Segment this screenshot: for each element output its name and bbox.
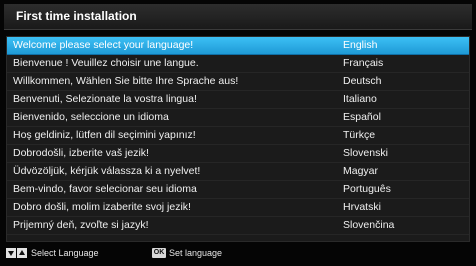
ok-key-icon: OK bbox=[152, 248, 166, 258]
language-row-espanol[interactable]: Bienvenido, seleccione un idioma Español bbox=[7, 109, 469, 127]
language-name: Slovenski bbox=[343, 147, 388, 159]
arrow-up-icon bbox=[17, 248, 27, 258]
language-name: Deutsch bbox=[343, 75, 382, 87]
language-row-deutsch[interactable]: Willkommen, Wählen Sie bitte Ihre Sprach… bbox=[7, 73, 469, 91]
language-phrase: Üdvözöljük, kérjük válassza ki a nyelvet… bbox=[13, 165, 201, 177]
ok-hint-label: Set language bbox=[169, 248, 223, 258]
language-phrase: Bienvenido, seleccione un idioma bbox=[13, 111, 169, 123]
language-name: Hrvatski bbox=[343, 201, 381, 213]
language-phrase: Bienvenue ! Veuillez choisir une langue. bbox=[13, 57, 199, 69]
language-phrase: Prijemný deň, zvoľte si jazyk! bbox=[13, 219, 149, 231]
footer-help-bar: Select Language OK Set language bbox=[6, 246, 470, 262]
language-phrase: Willkommen, Wählen Sie bitte Ihre Sprach… bbox=[13, 75, 239, 87]
language-row-hrvatski[interactable]: Dobro došli, molim izaberite svoj jezik!… bbox=[7, 199, 469, 217]
language-name: Português bbox=[343, 183, 391, 195]
language-phrase: Dobro došli, molim izaberite svoj jezik! bbox=[13, 201, 191, 213]
page-title: First time installation bbox=[16, 9, 137, 23]
language-phrase: Hoş geldiniz, lütfen dil seçimini yapını… bbox=[13, 129, 196, 141]
tv-screen: First time installation Welcome please s… bbox=[0, 0, 476, 266]
language-row-english[interactable]: Welcome please select your language! Eng… bbox=[7, 37, 469, 55]
language-list[interactable]: Welcome please select your language! Eng… bbox=[6, 36, 470, 242]
language-name: Español bbox=[343, 111, 381, 123]
language-name: Türkçe bbox=[343, 129, 376, 141]
nav-hint-label: Select Language bbox=[31, 248, 99, 258]
language-name: Français bbox=[343, 57, 384, 69]
arrow-down-icon bbox=[6, 248, 16, 258]
language-row-italiano[interactable]: Benvenuti, Selezionate la vostra lingua!… bbox=[7, 91, 469, 109]
language-phrase: Bem-vindo, favor selecionar seu idioma bbox=[13, 183, 197, 195]
language-name: Slovenčina bbox=[343, 219, 395, 231]
language-row-slovenski[interactable]: Dobrodošli, izberite vaš jezik! Slovensk… bbox=[7, 145, 469, 163]
language-name: English bbox=[343, 39, 378, 51]
language-row-francais[interactable]: Bienvenue ! Veuillez choisir une langue.… bbox=[7, 55, 469, 73]
language-name: Magyar bbox=[343, 165, 379, 177]
language-row-slovencina[interactable]: Prijemný deň, zvoľte si jazyk! Slovenčin… bbox=[7, 217, 469, 235]
language-row-portugues[interactable]: Bem-vindo, favor selecionar seu idioma P… bbox=[7, 181, 469, 199]
language-phrase: Dobrodošli, izberite vaš jezik! bbox=[13, 147, 149, 159]
language-row-turkce[interactable]: Hoş geldiniz, lütfen dil seçimini yapını… bbox=[7, 127, 469, 145]
language-name: Italiano bbox=[343, 93, 377, 105]
language-phrase: Benvenuti, Selezionate la vostra lingua! bbox=[13, 93, 197, 105]
language-phrase: Welcome please select your language! bbox=[13, 39, 194, 51]
language-row-magyar[interactable]: Üdvözöljük, kérjük válassza ki a nyelvet… bbox=[7, 163, 469, 181]
title-bar: First time installation bbox=[4, 4, 472, 30]
